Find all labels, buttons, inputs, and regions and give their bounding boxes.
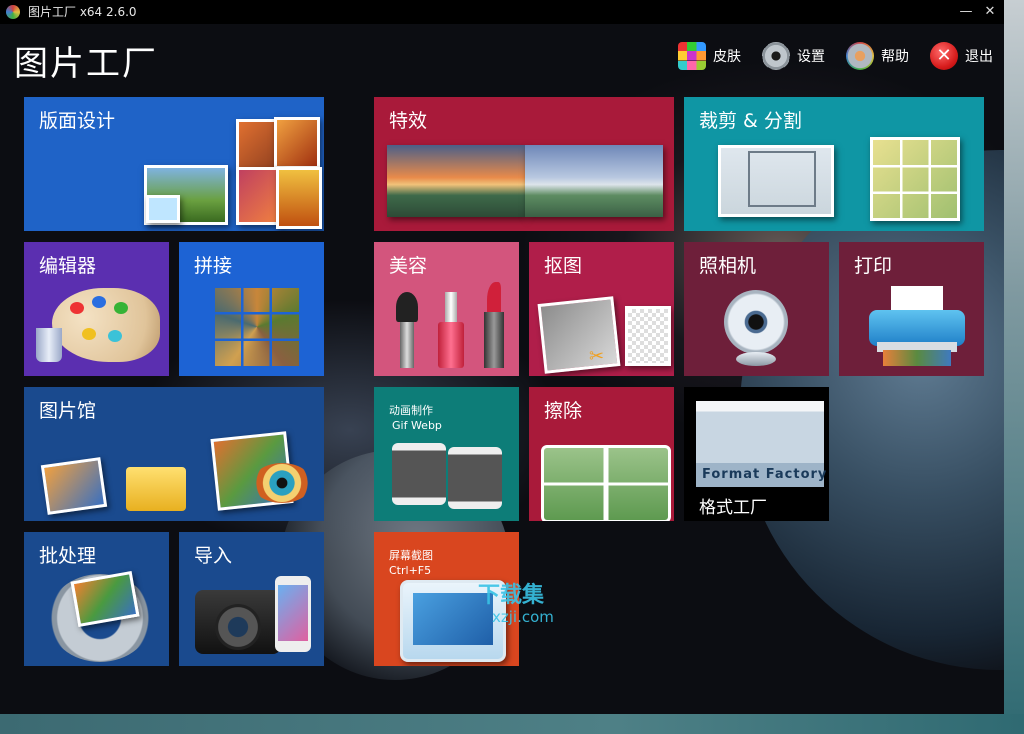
- app-window: 图片工厂 x64 2.6.0 — ✕ 图片工厂 皮肤 设置 帮助 ✕ 退出 版面…: [0, 0, 1004, 714]
- tile-label: 图片馆: [39, 400, 97, 422]
- title-bar: 图片工厂 x64 2.6.0 — ✕: [0, 0, 1004, 24]
- tile-label: 屏幕截图: [389, 549, 433, 562]
- photo-camera-icon: [40, 457, 108, 515]
- paint-palette-icon: [52, 288, 160, 362]
- tile-editor[interactable]: 编辑器: [24, 242, 169, 376]
- exit-button-label: 退出: [965, 49, 993, 65]
- dslr-camera-icon: [195, 590, 281, 654]
- scissors-icon: ✂: [589, 346, 605, 367]
- tile-label: 导入: [194, 545, 233, 567]
- tile-effects[interactable]: 特效: [374, 97, 674, 231]
- tile-crop-split[interactable]: 裁剪 & 分割: [684, 97, 984, 231]
- watermark-line2: xzji.com: [492, 608, 554, 626]
- tile-beauty[interactable]: 美容: [374, 242, 519, 376]
- smartphone-icon: [275, 576, 311, 652]
- help-button-label: 帮助: [881, 49, 909, 65]
- watermark: 下载集 xzji.com: [478, 583, 554, 627]
- deer-before-after-photo: [541, 445, 671, 521]
- desktop-background-bottom: [0, 714, 1024, 734]
- app-logo-icon: [6, 5, 20, 19]
- printer-icon: [869, 286, 965, 366]
- tile-sublabel: Gif Webp: [392, 419, 442, 432]
- tile-gallery[interactable]: 图片馆: [24, 387, 324, 521]
- tile-label: 擦除: [544, 400, 583, 422]
- tile-label: 美容: [389, 255, 428, 277]
- app-title: 图片工厂: [14, 44, 158, 84]
- tile-label: 格式工厂: [699, 498, 767, 518]
- desktop-background: [1004, 0, 1024, 734]
- brush-cup-icon: [36, 328, 62, 362]
- help-gear-icon: [846, 42, 874, 70]
- gear-icon: [762, 42, 790, 70]
- tile-erase[interactable]: 擦除: [529, 387, 674, 521]
- close-circle-icon: ✕: [930, 42, 958, 70]
- settings-button[interactable]: 设置: [762, 40, 825, 72]
- tile-format-factory[interactable]: Format Factory 格式工厂: [684, 387, 829, 521]
- tile-stitch[interactable]: 拼接: [179, 242, 324, 376]
- tile-label: 拼接: [194, 255, 233, 277]
- palette-grid-icon: [678, 42, 706, 70]
- webcam-icon: [724, 290, 788, 354]
- photo-folder-icon: [126, 467, 186, 511]
- crop-frame-icon: [748, 151, 816, 207]
- tile-layout-design[interactable]: 版面设计: [24, 97, 324, 231]
- cutout-result-photo: [625, 306, 671, 366]
- settings-button-label: 设置: [797, 49, 825, 65]
- close-window-button[interactable]: ✕: [976, 0, 1004, 24]
- tile-label: 批处理: [39, 545, 97, 567]
- tile-camera[interactable]: 照相机: [684, 242, 829, 376]
- tile-label: 动画制作: [389, 404, 433, 417]
- lighthouse-before-photo: [387, 145, 525, 217]
- nail-polish-icon: [436, 292, 466, 368]
- film-strip-icon: [392, 443, 446, 505]
- lipstick-icon: [482, 282, 506, 368]
- eye-icon: [252, 463, 312, 503]
- film-strip-icon: [448, 447, 502, 509]
- tile-batch[interactable]: 批处理: [24, 532, 169, 666]
- split-grid-photo: [870, 137, 960, 221]
- window-title: 图片工厂 x64 2.6.0: [28, 5, 137, 19]
- tile-cutout[interactable]: 抠图 ✂: [529, 242, 674, 376]
- tile-label: 编辑器: [39, 255, 97, 277]
- format-factory-banner: Format Factory: [702, 467, 828, 482]
- makeup-brush-icon: [394, 292, 420, 368]
- collage-photos-icon: [144, 117, 324, 231]
- skin-button-label: 皮肤: [713, 49, 741, 65]
- tile-label: 抠图: [544, 255, 583, 277]
- webcam-stand: [736, 352, 776, 366]
- photo-grid-icon: [215, 288, 299, 366]
- skin-button[interactable]: 皮肤: [678, 40, 741, 72]
- tile-import[interactable]: 导入: [179, 532, 324, 666]
- lighthouse-after-photo: [525, 145, 663, 217]
- exit-button[interactable]: ✕ 退出: [930, 40, 993, 72]
- watermark-line1: 下载集: [478, 583, 545, 608]
- tile-sublabel: Ctrl+F5: [389, 564, 432, 577]
- tile-label: 照相机: [699, 255, 757, 277]
- tile-label: 版面设计: [39, 110, 116, 132]
- tile-animation[interactable]: 动画制作 Gif Webp: [374, 387, 519, 521]
- format-factory-screenshot: Format Factory: [696, 401, 828, 487]
- help-button[interactable]: 帮助: [846, 40, 909, 72]
- tile-print[interactable]: 打印: [839, 242, 984, 376]
- tile-label: 裁剪 & 分割: [699, 110, 802, 132]
- tile-label: 特效: [389, 110, 428, 132]
- tile-label: 打印: [854, 255, 893, 277]
